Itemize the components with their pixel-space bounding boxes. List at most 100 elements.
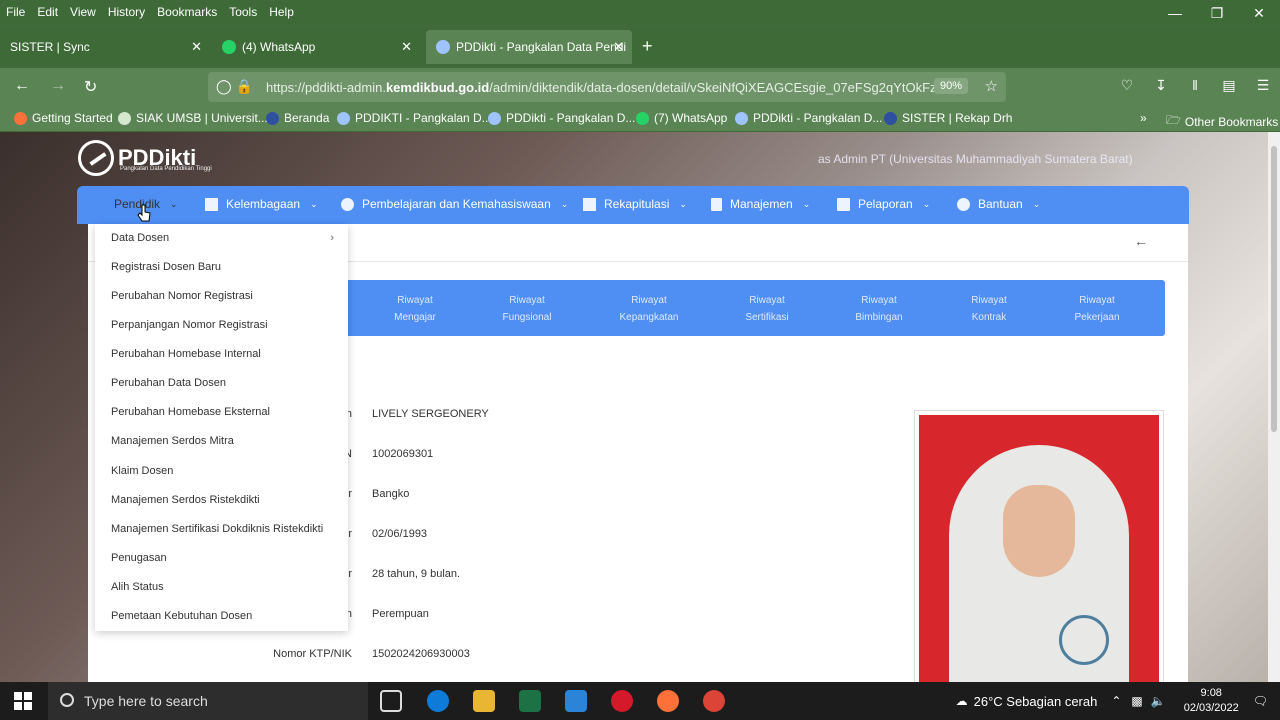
menu-file[interactable]: File — [6, 5, 25, 19]
address-bar[interactable]: ◯ 🔒 https://pddikti-admin. kemdikbud.go.i… — [208, 72, 1006, 102]
menu-item-perubahan-nomor-registrasi[interactable]: Perubahan Nomor Registrasi — [111, 290, 253, 302]
weather-text[interactable]: 26°C Sebagian cerah — [974, 694, 1098, 709]
pendidik-dropdown-menu: Data Dosen › Registrasi Dosen Baru Perub… — [95, 224, 348, 631]
bookmark-beranda[interactable]: Beranda — [266, 111, 329, 125]
bookmark-siak[interactable]: SIAK UMSB | Universit... — [118, 111, 268, 125]
notifications-icon[interactable]: 🗨 — [1253, 694, 1268, 708]
hamburger-menu-icon[interactable]: ☰ — [1246, 77, 1280, 94]
chevron-down-icon: ⌄ — [922, 198, 931, 209]
library-icon[interactable]: ‖ — [1178, 77, 1212, 94]
menu-item-manajemen-serdos-ristekdikti[interactable]: Manajemen Serdos Ristekdikti — [111, 494, 260, 506]
tab-pddikti[interactable]: PDDikti - Pangkalan Data Pendi ✕ — [426, 30, 632, 64]
download-icon[interactable]: ↧ — [1144, 77, 1178, 94]
tab-riwayat-sertifikasi[interactable]: Riwayat Sertifikasi — [722, 292, 812, 326]
restore-icon[interactable]: ❐ — [1196, 0, 1238, 26]
menu-item-perpanjangan-nomor-registrasi[interactable]: Perpanjangan Nomor Registrasi — [111, 319, 268, 331]
nav-rekapitulasi[interactable]: Rekapitulasi ⌄ — [583, 197, 687, 211]
tab-riwayat-fungsional[interactable]: Riwayat Fungsional — [482, 292, 572, 326]
bookmark-getting-started[interactable]: Getting Started — [14, 111, 113, 125]
mail-icon[interactable] — [565, 690, 587, 712]
menu-item-perubahan-homebase-internal[interactable]: Perubahan Homebase Internal — [111, 348, 261, 360]
menu-help[interactable]: Help — [269, 5, 294, 19]
menu-item-alih-status[interactable]: Alih Status — [111, 581, 164, 593]
speaker-icon[interactable]: 🔈 — [1151, 694, 1166, 708]
folder-icon — [837, 197, 850, 211]
menu-item-perubahan-data-dosen[interactable]: Perubahan Data Dosen — [111, 377, 226, 389]
menu-item-data-dosen[interactable]: Data Dosen — [111, 232, 169, 244]
bookmark-label: Getting Started — [32, 111, 113, 125]
nav-kelembagaan[interactable]: Kelembagaan ⌄ — [205, 197, 318, 211]
close-tab-icon[interactable]: ✕ — [401, 39, 412, 55]
menu-bookmarks[interactable]: Bookmarks — [157, 5, 217, 19]
sidebar-icon[interactable]: ▤ — [1212, 77, 1246, 94]
nav-pelaporan[interactable]: Pelaporan ⌄ — [837, 197, 930, 211]
pddikti-favicon-icon — [436, 40, 450, 54]
pocket-icon[interactable]: ♡ — [1110, 77, 1144, 94]
chrome-icon[interactable] — [703, 690, 725, 712]
bookmark-label: Beranda — [284, 111, 330, 125]
minimize-icon[interactable]: — — [1154, 0, 1196, 26]
chevron-up-icon[interactable]: ⌃ — [1111, 694, 1121, 708]
tab-riwayat-mengajar[interactable]: Riwayat Mengajar — [370, 292, 460, 326]
tab-whatsapp[interactable]: (4) WhatsApp ✕ — [212, 30, 420, 64]
menu-tools[interactable]: Tools — [229, 5, 257, 19]
forward-arrow-icon[interactable]: → — [50, 77, 66, 95]
bookmark-star-icon[interactable]: ☆ — [985, 77, 998, 95]
network-icon[interactable]: ▩ — [1131, 694, 1142, 708]
close-tab-icon[interactable]: ✕ — [613, 39, 624, 55]
scrollbar-thumb[interactable] — [1271, 146, 1277, 432]
task-view-icon[interactable] — [380, 690, 402, 712]
zoom-level-badge[interactable]: 90% — [933, 78, 968, 94]
menu-history[interactable]: History — [108, 5, 145, 19]
windows-start-icon[interactable] — [14, 692, 32, 710]
nav-manajemen[interactable]: Manajemen ⌄ — [711, 197, 810, 211]
back-arrow-icon[interactable]: ← — [1134, 233, 1148, 249]
bookmark-whatsapp[interactable]: (7) WhatsApp — [636, 111, 727, 125]
tab-riwayat-kontrak[interactable]: Riwayat Kontrak — [944, 292, 1034, 326]
menu-item-perubahan-homebase-eksternal[interactable]: Perubahan Homebase Eksternal — [111, 406, 270, 418]
bookmark-pddikti-2[interactable]: PDDikti - Pangkalan D... — [488, 111, 635, 125]
excel-icon[interactable] — [519, 690, 541, 712]
tab-sister-sync[interactable]: SISTER | Sync ✕ — [0, 30, 210, 64]
bookmark-other[interactable]: 🗁 Other Bookmarks — [1166, 111, 1278, 132]
reload-icon[interactable]: ↻ — [84, 77, 97, 97]
tab-riwayat-pekerjaan[interactable]: Riwayat Pekerjaan — [1052, 292, 1142, 326]
page-scrollbar[interactable] — [1268, 132, 1280, 682]
url-host: kemdikbud.go.id — [385, 79, 490, 95]
menu-item-penugasan[interactable]: Penugasan — [111, 552, 167, 564]
taskbar-search[interactable]: Type here to search — [48, 682, 368, 720]
file-explorer-icon[interactable] — [473, 690, 495, 712]
search-icon — [60, 693, 74, 707]
institution-icon — [205, 197, 218, 211]
menu-item-klaim-dosen[interactable]: Klaim Dosen — [111, 465, 173, 477]
new-tab-plus-icon[interactable]: + — [642, 36, 653, 57]
bookmark-overflow[interactable]: » — [1140, 111, 1147, 125]
menu-edit[interactable]: Edit — [37, 5, 58, 19]
menu-item-manajemen-sertifikasi-dokdiknis[interactable]: Manajemen Sertifikasi Dokdiknis Ristekdi… — [111, 523, 323, 535]
tab-riwayat-bimbingan[interactable]: Riwayat Bimbingan — [834, 292, 924, 326]
close-tab-icon[interactable]: ✕ — [191, 39, 202, 55]
tab-riwayat-kepangkatan[interactable]: Riwayat Kepangkatan — [604, 292, 694, 326]
bookmark-pddikti-3[interactable]: PDDikti - Pangkalan D... — [735, 111, 882, 125]
bookmark-label: PDDIKTI - Pangkalan D... — [355, 111, 492, 125]
bookmark-pddikti-1[interactable]: PDDIKTI - Pangkalan D... — [337, 111, 492, 125]
firefox-icon[interactable] — [657, 690, 679, 712]
bookmark-sister-rekap[interactable]: SISTER | Rekap Drh — [884, 111, 1012, 125]
tab-line: Riwayat — [861, 295, 897, 306]
nav-bantuan[interactable]: Bantuan ⌄ — [957, 197, 1040, 211]
nav-label: Pelaporan — [858, 197, 913, 211]
bookmark-label: PDDikti - Pangkalan D... — [506, 111, 636, 125]
menu-item-pemetaan-kebutuhan-dosen[interactable]: Pemetaan Kebutuhan Dosen — [111, 610, 252, 622]
nav-pembelajaran[interactable]: Pembelajaran dan Kemahasiswaan ⌄ — [341, 197, 568, 211]
nav-pendidik[interactable]: Pendidik ⌄ — [93, 197, 178, 211]
navigation-toolbar: ← → ↻ ◯ 🔒 https://pddikti-admin. kemdikbu… — [0, 68, 1280, 106]
menu-item-manajemen-serdos-mitra[interactable]: Manajemen Serdos Mitra — [111, 435, 234, 447]
menu-view[interactable]: View — [70, 5, 96, 19]
clock[interactable]: 9:08 02/03/2022 — [1184, 686, 1239, 716]
close-window-icon[interactable]: ✕ — [1238, 0, 1280, 26]
edge-icon[interactable] — [427, 690, 449, 712]
back-arrow-icon[interactable]: ← — [14, 77, 30, 95]
opera-icon[interactable] — [611, 690, 633, 712]
menu-item-registrasi-dosen-baru[interactable]: Registrasi Dosen Baru — [111, 261, 221, 273]
tab-line: Fungsional — [502, 312, 552, 323]
